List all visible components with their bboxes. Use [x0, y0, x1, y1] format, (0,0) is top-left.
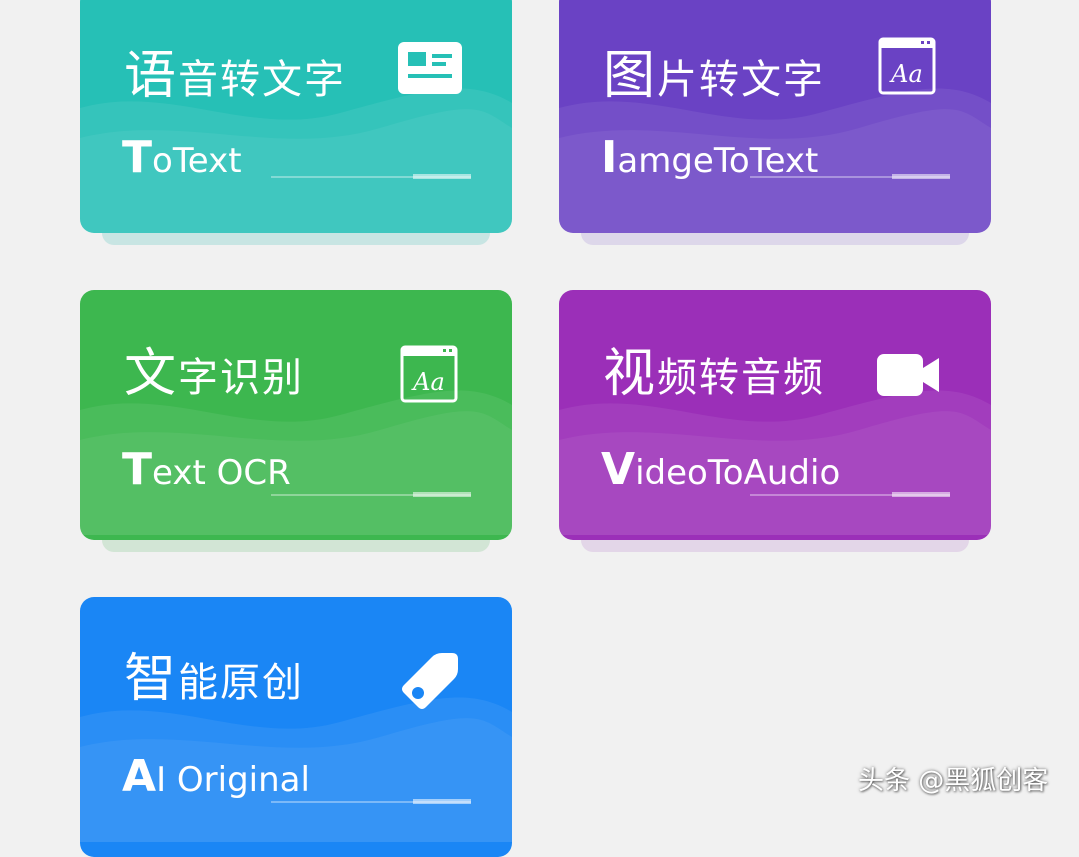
card-title-rest: 字识别 [178, 355, 305, 401]
card-underline-accent [892, 174, 950, 179]
card-title-lead: 智 [124, 649, 179, 709]
card-title-lead: 图 [603, 46, 658, 106]
card-underline-accent [892, 492, 950, 497]
card-title-rest: 片转文字 [657, 57, 826, 103]
card-subtitle-lead: A [122, 751, 157, 802]
card-title-rest: 能原创 [178, 660, 305, 706]
card-title: 图片转文字 [603, 50, 825, 102]
svg-text:Aa: Aa [411, 368, 445, 396]
card-title-rest: 音转文字 [178, 57, 347, 103]
card-video-to-audio-wrap: 视频转音频 VideoToAudio [559, 290, 991, 552]
card-subtitle-lead: T [122, 444, 153, 495]
card-subtitle: AI Original [122, 755, 310, 799]
card-subtitle-lead: T [122, 132, 153, 183]
card-title-lead: 语 [124, 46, 179, 106]
voice-to-text-card[interactable]: 语音转文字 ToText [80, 0, 512, 233]
font-window-icon: Aa [400, 345, 458, 403]
card-ai-original-wrap: 智能原创 AI Original [80, 597, 512, 857]
card-subtitle: ToText [122, 136, 242, 180]
video-to-audio-card[interactable]: 视频转音频 VideoToAudio [559, 290, 991, 540]
news-card-icon [398, 42, 462, 94]
card-subtitle: VideoToAudio [601, 448, 840, 492]
card-subtitle-rest: ext OCR [152, 453, 291, 493]
font-window-icon: Aa [878, 37, 936, 95]
wave-decoration [80, 390, 512, 535]
tag-icon [402, 653, 458, 709]
card-title: 文字识别 [124, 348, 304, 400]
card-subtitle-rest: amgeToText [617, 141, 819, 181]
card-underline-accent [413, 799, 471, 804]
watermark: 头条 @黑狐创客 [858, 766, 1049, 796]
card-title-lead: 视 [603, 344, 658, 404]
card-subtitle-rest: ideoToAudio [635, 453, 841, 493]
card-title-rest: 频转音频 [657, 355, 826, 401]
card-underline-accent [413, 174, 471, 179]
wave-decoration [559, 88, 991, 233]
card-title: 语音转文字 [124, 50, 346, 102]
image-to-text-card[interactable]: 图片转文字 IamgeToText Aa [559, 0, 991, 233]
card-title-lead: 文 [124, 344, 179, 404]
card-subtitle-rest: oText [152, 141, 242, 181]
card-text-ocr-wrap: 文字识别 Text OCR Aa [80, 290, 512, 552]
wave-decoration [80, 697, 512, 842]
card-subtitle-lead: V [601, 444, 636, 495]
ai-original-card[interactable]: 智能原创 AI Original [80, 597, 512, 857]
card-subtitle-lead: I [601, 132, 618, 183]
svg-text:Aa: Aa [889, 60, 923, 88]
card-underline-accent [413, 492, 471, 497]
video-camera-icon [877, 354, 939, 396]
wave-decoration [80, 88, 512, 233]
card-voice-to-text-wrap: 语音转文字 ToText [80, 0, 512, 245]
card-image-to-text-wrap: 图片转文字 IamgeToText Aa [559, 0, 991, 245]
wave-decoration [559, 390, 991, 535]
card-subtitle: Text OCR [122, 448, 291, 492]
card-title: 视频转音频 [603, 348, 825, 400]
card-title: 智能原创 [124, 653, 304, 705]
text-ocr-card[interactable]: 文字识别 Text OCR Aa [80, 290, 512, 540]
card-subtitle: IamgeToText [601, 136, 818, 180]
card-subtitle-rest: I Original [156, 760, 310, 800]
